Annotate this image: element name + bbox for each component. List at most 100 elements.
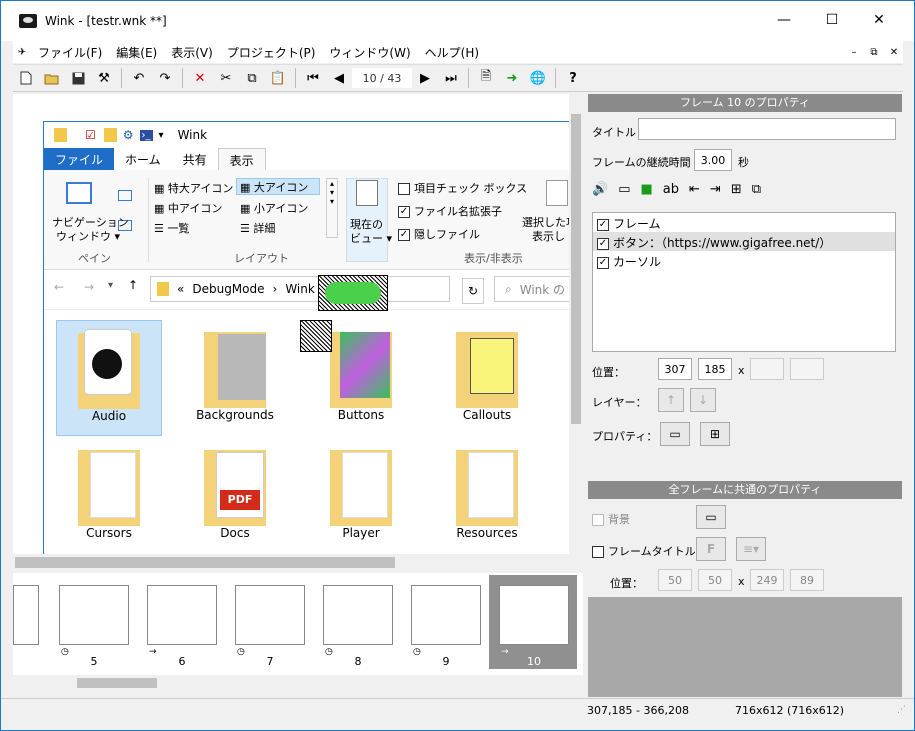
first-frame-icon[interactable]: ⏮ — [300, 66, 326, 90]
title-bar: Wink - [testr.wnk **] — ☐ ✕ — [1, 1, 914, 41]
object-item-frame[interactable]: ✓ フレーム — [593, 213, 895, 232]
layer-down-icon[interactable]: ↓ — [690, 388, 716, 412]
common-width-input[interactable]: 249 — [750, 569, 784, 591]
frame-thumbnail[interactable] — [323, 585, 393, 645]
address-path1: DebugMode — [192, 282, 265, 296]
common-x-input[interactable]: 50 — [658, 569, 692, 591]
move-left-icon[interactable]: ⇤ — [689, 182, 700, 204]
tab-home: ホーム — [125, 153, 161, 167]
pos-separator: x — [738, 364, 745, 377]
mdi-restore-button[interactable]: ⧉ — [865, 44, 883, 60]
cursor-object[interactable] — [300, 320, 332, 352]
image-property-icon[interactable]: ▭ — [660, 422, 690, 446]
folder-item: Audio — [56, 320, 162, 436]
selected-frame[interactable]: → 10 — [489, 575, 577, 669]
pos-y-input[interactable]: 185 — [698, 358, 732, 380]
object-item-cursor[interactable]: ✓ カーソル — [593, 251, 895, 270]
folder-item: Callouts — [434, 320, 540, 436]
mdi-close-button[interactable]: ✕ — [885, 44, 903, 60]
resize-grip-icon[interactable]: ⋰ — [897, 705, 906, 715]
copy-icon[interactable]: ⧉ — [239, 66, 265, 90]
title-input[interactable] — [638, 118, 896, 140]
menu-window[interactable]: ウィンドウ(W) — [322, 44, 417, 61]
menu-file[interactable]: ファイル(F) — [31, 44, 109, 61]
background-image-icon[interactable]: ▭ — [696, 505, 726, 529]
filmstrip-scrollbar[interactable] — [13, 675, 583, 691]
duration-input[interactable]: 3.00 — [694, 149, 732, 171]
cut-icon[interactable]: ✂ — [213, 66, 239, 90]
hammer-icon[interactable]: ⚒ — [91, 66, 117, 90]
minimize-button[interactable]: — — [761, 5, 807, 35]
frame-thumbnail[interactable] — [411, 585, 481, 645]
redo-icon[interactable]: ↷ — [152, 66, 178, 90]
address-path2: Wink — [285, 282, 315, 296]
add-text-icon[interactable]: ab — [663, 182, 679, 204]
mdi-minimize-button[interactable]: – — [845, 44, 863, 60]
menu-edit[interactable]: 編集(E) — [109, 44, 164, 61]
folder-item: Backgrounds — [182, 320, 288, 436]
folder-item: Cursors — [56, 438, 162, 554]
width-input[interactable] — [750, 358, 784, 380]
frame-canvas[interactable]: ☑ ⚙ ›_ ▾ Wink ファイル ホーム 共有 表示 ナビゲーション ウィン… — [13, 94, 583, 554]
layout-xl: ▦ 特大アイコン — [154, 182, 234, 195]
next-frame-icon[interactable]: ▶ — [412, 66, 438, 90]
move-right-icon[interactable]: ⇥ — [710, 182, 721, 204]
duration-label: フレームの継続時間 — [592, 156, 691, 169]
close-button[interactable]: ✕ — [856, 5, 902, 35]
copy-object-icon[interactable]: ⧉ — [752, 182, 761, 204]
folder-buttons-icon — [330, 328, 392, 408]
common-height-input[interactable]: 89 — [790, 569, 824, 591]
last-frame-icon[interactable]: ⏭ — [438, 66, 464, 90]
menu-project[interactable]: プロジェクト(P) — [220, 44, 323, 61]
canvas-vertical-scrollbar[interactable] — [569, 94, 583, 554]
render-icon[interactable]: 🗎 — [473, 66, 499, 90]
maximize-button[interactable]: ☐ — [809, 5, 855, 35]
help-icon[interactable]: ? — [560, 66, 586, 90]
height-input[interactable] — [790, 358, 824, 380]
button-object[interactable] — [318, 275, 388, 311]
background-checkbox[interactable]: 背景 — [592, 511, 630, 527]
address-sep: › — [272, 282, 278, 296]
delete-icon[interactable]: ✕ — [187, 66, 213, 90]
tab-file: ファイル — [44, 148, 115, 170]
layer-up-icon[interactable]: ↑ — [658, 388, 684, 412]
layer-label: レイヤー： — [592, 396, 647, 409]
frame-thumbnail[interactable] — [13, 585, 39, 645]
layout-details: ☰ 詳細 — [240, 222, 276, 235]
frame-title-checkbox[interactable]: フレームタイトル — [592, 543, 696, 559]
add-button-icon[interactable]: ⊞ — [731, 182, 742, 204]
frame-thumbnail[interactable] — [59, 585, 129, 645]
prev-frame-icon[interactable]: ◀ — [326, 66, 352, 90]
new-file-icon[interactable] — [13, 66, 39, 90]
button-property-icon[interactable]: ⊞ — [700, 422, 730, 446]
forward-icon: → — [84, 280, 95, 294]
open-folder-icon[interactable] — [39, 66, 65, 90]
frame-counter: 10 / 43 — [352, 68, 412, 88]
frame-title-font-button[interactable]: F — [696, 537, 726, 561]
frame-thumbnail[interactable] — [235, 585, 305, 645]
menu-help[interactable]: ヘルプ(H) — [418, 44, 486, 61]
ribbon: ナビゲーション ウィンドウ ▾ ペイン ▦ 特大アイコン ▦ 大アイコン ▦ 中… — [44, 170, 582, 270]
menu-view[interactable]: 表示(V) — [164, 44, 220, 61]
save-icon[interactable] — [65, 66, 91, 90]
paste-icon[interactable]: 📋 — [265, 66, 291, 90]
align-icon[interactable]: ≡▾ — [736, 537, 766, 561]
object-item-button[interactable]: ✓ ボタン：（https://www.gigafree.net/） — [593, 232, 895, 251]
frame-number: 6 — [178, 655, 186, 668]
folder-cursors-icon — [78, 446, 140, 526]
folder-label: Player — [342, 526, 380, 540]
add-image-icon[interactable]: ▭ — [618, 182, 630, 204]
nav-pane-icon — [66, 182, 92, 204]
preview-pane-icon — [118, 190, 132, 201]
common-y-input[interactable]: 50 — [698, 569, 732, 591]
globe-icon[interactable]: 🌐 — [525, 66, 551, 90]
canvas-horizontal-scrollbar[interactable] — [13, 554, 569, 571]
add-shape-icon[interactable]: ■ — [640, 182, 652, 204]
pos-x-input[interactable]: 307 — [658, 358, 692, 380]
frame-thumbnail[interactable] — [147, 585, 217, 645]
undo-icon[interactable]: ↶ — [126, 66, 152, 90]
green-arrow-icon[interactable]: ➜ — [499, 66, 525, 90]
object-toolbar: 🔊 ▭ ■ ab ⇤ ⇥ ⊞ ⧉ — [592, 182, 896, 204]
add-audio-icon[interactable]: 🔊 — [592, 182, 608, 204]
dropdown-icon: ▾ — [158, 129, 164, 141]
